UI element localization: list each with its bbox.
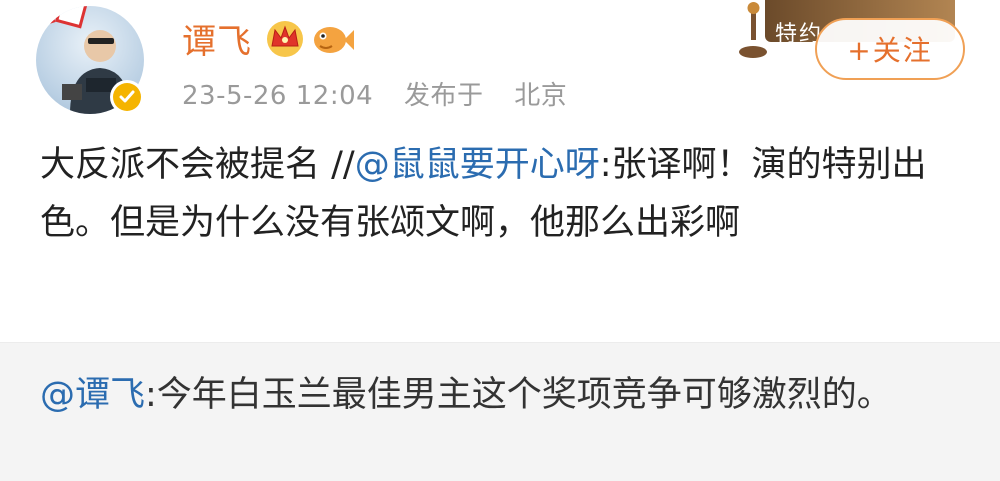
post-header: 谭飞 23-5-26 12:04 发布于 北京 特约 +关注 xyxy=(0,0,1000,125)
post-date: 23-5-26 12:04 xyxy=(182,81,374,111)
location-prefix: 发布于 xyxy=(403,81,484,111)
username[interactable]: 谭飞 xyxy=(182,14,252,63)
crown-badge-icon xyxy=(267,21,303,57)
mention-link[interactable]: @鼠鼠要开心呀 xyxy=(355,145,600,185)
fish-badge-icon xyxy=(314,27,354,53)
post-location: 北京 xyxy=(514,81,568,111)
repost-body: :今年白玉兰最佳男主这个奖项竞争可够激烈的。 xyxy=(145,375,892,415)
post-content: 大反派不会被提名 //@鼠鼠要开心呀:张译啊！演的特别出色。但是为什么没有张颂文… xyxy=(40,136,970,252)
post-meta: 23-5-26 12:04 发布于 北京 xyxy=(182,75,589,112)
verified-badge-icon xyxy=(110,80,144,114)
repost-section[interactable]: @谭飞:今年白玉兰最佳男主这个奖项竞争可够激烈的。 xyxy=(0,342,1000,481)
trophy-icon xyxy=(739,2,767,58)
repost-mention-link[interactable]: @谭飞 xyxy=(40,375,145,415)
follow-button[interactable]: +关注 xyxy=(815,18,965,80)
content-text-1: 大反派不会被提名 // xyxy=(40,145,355,185)
repost-text: @谭飞:今年白玉兰最佳男主这个奖项竞争可够激烈的。 xyxy=(40,367,940,423)
